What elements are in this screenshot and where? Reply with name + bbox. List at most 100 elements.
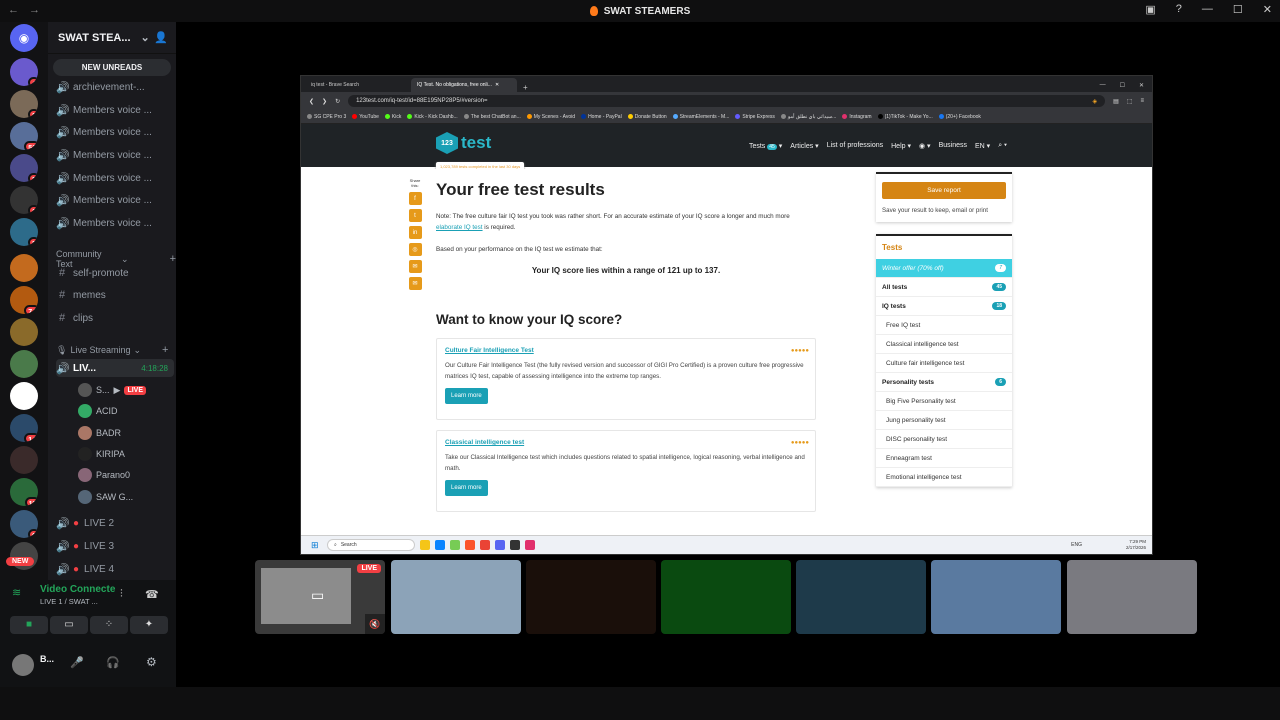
- discord-home-icon[interactable]: ◉: [10, 24, 38, 52]
- taskbar-search[interactable]: ⌕ Search: [327, 539, 415, 551]
- stream-tile-camera[interactable]: [796, 560, 926, 634]
- bookmark-item[interactable]: (1)TikTok - Make Yo...: [877, 114, 933, 120]
- voice-user[interactable]: SAW G...: [78, 488, 133, 506]
- channel-item[interactable]: 🔊 Members voice ...: [56, 214, 174, 232]
- new-tab-icon[interactable]: +: [517, 83, 534, 92]
- learn-more-button[interactable]: Learn more: [445, 480, 488, 496]
- server-icon[interactable]: [10, 350, 38, 378]
- site-logo[interactable]: 123 test: [436, 132, 491, 154]
- inbox-icon[interactable]: ▣: [1145, 3, 1155, 16]
- menu-help[interactable]: Help ▾: [891, 142, 911, 150]
- tests-menu-item[interactable]: Enneagram test: [876, 449, 1012, 468]
- channel-item[interactable]: 🔊 archievement-...: [56, 78, 174, 96]
- close-icon[interactable]: ✕: [495, 82, 499, 88]
- discord-icon[interactable]: [495, 540, 505, 550]
- screen-share-button[interactable]: ▭: [50, 616, 88, 634]
- signal-icon[interactable]: ≋: [12, 586, 21, 599]
- server-icon[interactable]: 1: [10, 186, 38, 214]
- windows-start-icon[interactable]: ⊞: [311, 540, 319, 551]
- category-live-streaming[interactable]: 🎙 Live Streaming ⌄ +: [56, 344, 168, 356]
- chrome-icon[interactable]: [480, 540, 490, 550]
- test-card-title[interactable]: Culture Fair Intelligence Test: [445, 347, 807, 354]
- voice-user[interactable]: BADR: [78, 424, 121, 442]
- facebook-icon[interactable]: f: [408, 192, 422, 205]
- shared-browser-window[interactable]: iq test - Brave Search IQ Test. No oblig…: [300, 75, 1153, 555]
- channel-item[interactable]: 🔊 Members voice ...: [56, 191, 174, 209]
- stream-tile-camera[interactable]: [391, 560, 521, 634]
- stream-tile-camera[interactable]: [1067, 560, 1197, 634]
- noise-icon[interactable]: ⫶: [120, 588, 123, 601]
- server-icon[interactable]: 4: [10, 58, 38, 86]
- channel-item[interactable]: 🔊 ● LIVE 2: [56, 514, 174, 532]
- bookmark-item[interactable]: (20+) Facebook: [938, 114, 981, 120]
- tests-menu-item[interactable]: DISC personality test: [876, 430, 1012, 449]
- voice-user[interactable]: ACID: [78, 402, 118, 420]
- menu-articles[interactable]: Articles ▾: [790, 142, 818, 150]
- bookmark-item[interactable]: SG CPE Pro 3: [307, 114, 346, 120]
- menu-professions[interactable]: List of professions: [827, 142, 883, 150]
- avatar[interactable]: [12, 654, 34, 676]
- linkedin-icon[interactable]: in: [408, 226, 422, 239]
- tests-menu-item[interactable]: Culture fair intelligence test: [876, 354, 1012, 373]
- bookmark-item[interactable]: Instagram: [842, 114, 872, 120]
- taskbar-language[interactable]: ENG: [1071, 542, 1082, 548]
- bookmark-item[interactable]: Kick - Kick Dashb...: [407, 114, 458, 120]
- obs-icon[interactable]: [510, 540, 520, 550]
- channel-item-live[interactable]: 🔊 LIV... 4:18:28: [56, 359, 174, 377]
- new-unreads-button[interactable]: NEW UNREADS: [53, 59, 171, 76]
- file-explorer-icon[interactable]: [420, 540, 430, 550]
- browser-tab[interactable]: iq test - Brave Search: [305, 78, 411, 92]
- server-icon[interactable]: [10, 382, 38, 410]
- help-icon[interactable]: ?: [1176, 3, 1182, 16]
- messenger-icon[interactable]: ✉: [408, 260, 422, 273]
- elaborate-iq-test-link[interactable]: elaborate IQ test: [436, 224, 483, 231]
- server-icon[interactable]: [10, 254, 38, 282]
- chevron-down-icon[interactable]: ⌄: [141, 31, 150, 44]
- tests-menu-item[interactable]: Emotional intelligence test: [876, 468, 1012, 487]
- tests-menu-item-offer[interactable]: Winter offer (70% off) 7: [876, 259, 1012, 278]
- close-icon[interactable]: ✕: [1139, 82, 1144, 89]
- back-icon[interactable]: ←: [8, 4, 19, 16]
- url-input[interactable]: 123test.com/iq-test/id=88E195NP28P5/#ver…: [348, 95, 1106, 107]
- minimize-icon[interactable]: —: [1100, 82, 1106, 89]
- mute-icon[interactable]: 🔇: [365, 614, 385, 634]
- server-icon[interactable]: 74: [10, 286, 38, 314]
- tests-menu-item[interactable]: Free IQ test: [876, 316, 1012, 335]
- menu-icon[interactable]: ≡: [1140, 98, 1144, 104]
- server-icon[interactable]: 51: [10, 122, 38, 150]
- server-icon[interactable]: 14: [10, 414, 38, 442]
- instagram-icon[interactable]: ◎: [408, 243, 422, 256]
- channel-item[interactable]: 🔊 ● LIVE 3: [56, 537, 174, 555]
- save-report-button[interactable]: Save report: [882, 182, 1006, 199]
- brave-icon[interactable]: [465, 540, 475, 550]
- channel-item[interactable]: 🔊 ● LIVE 4: [56, 560, 174, 578]
- close-icon[interactable]: ✕: [1263, 3, 1272, 16]
- bookmark-item[interactable]: Home - PayPal: [581, 114, 622, 120]
- sidebar-icon[interactable]: ▤: [1113, 98, 1119, 105]
- new-servers-badge[interactable]: NEW: [6, 557, 35, 566]
- reload-icon[interactable]: ↻: [335, 98, 340, 105]
- bookmark-item[interactable]: My Scenes - Avoid: [526, 114, 575, 120]
- channel-item[interactable]: # clips: [56, 309, 174, 327]
- server-icon[interactable]: [10, 446, 38, 474]
- edge-icon[interactable]: [435, 540, 445, 550]
- settings-gear-icon[interactable]: ⚙: [146, 655, 157, 669]
- minimize-icon[interactable]: —: [1202, 3, 1213, 16]
- soundboard-button[interactable]: ✦: [130, 616, 168, 634]
- bookmark-item[interactable]: YouTube: [352, 114, 379, 120]
- email-icon[interactable]: ✉: [408, 277, 422, 290]
- channel-item[interactable]: 🔊 Members voice ...: [56, 123, 174, 141]
- server-icon[interactable]: 3: [10, 154, 38, 182]
- forward-icon[interactable]: →: [29, 4, 40, 16]
- taskbar-clock[interactable]: 7:29 PM 2/17/2026: [1126, 539, 1146, 551]
- tests-menu-item[interactable]: Big Five Personality test: [876, 392, 1012, 411]
- bookmark-item[interactable]: Stripe Express: [735, 114, 775, 120]
- stream-tile-camera[interactable]: [931, 560, 1061, 634]
- tests-menu-item[interactable]: Jung personality test: [876, 411, 1012, 430]
- store-icon[interactable]: [450, 540, 460, 550]
- server-icon[interactable]: [10, 318, 38, 346]
- bookmark-item[interactable]: Donate Button: [627, 114, 667, 120]
- server-header[interactable]: SWAT STEA... ⌄ 👤: [48, 22, 176, 54]
- account-icon[interactable]: ◉ ▾: [919, 142, 931, 150]
- learn-more-button[interactable]: Learn more: [445, 388, 488, 404]
